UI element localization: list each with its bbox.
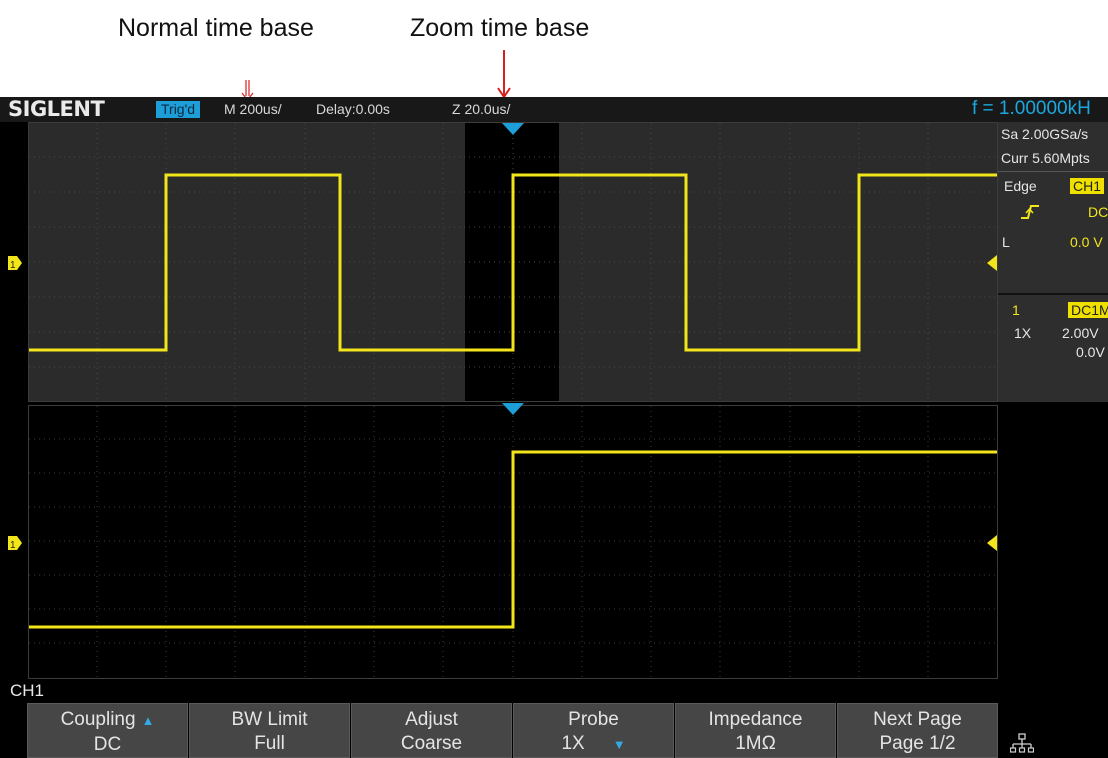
trigger-position-marker-zoom (502, 403, 524, 415)
vertical-offset[interactable]: 0.0V (1076, 344, 1105, 360)
trigger-source[interactable]: CH1 (1070, 178, 1105, 194)
zoom-timebase-arrow-icon (497, 50, 511, 99)
channel-coupling-tag: DC1M (1068, 302, 1108, 318)
trigger-type[interactable]: Edge (1004, 178, 1037, 194)
softkey-adjust-title: Adjust (405, 709, 458, 730)
softkey-probe-title: Probe (568, 709, 619, 730)
memory-depth: Curr 5.60Mpts (1001, 150, 1090, 166)
rising-edge-icon (1021, 205, 1039, 219)
channel-1-marker-zoom-text: 1 (10, 540, 16, 551)
softkey-impedance-value: 1MΩ (735, 733, 776, 754)
softkey-impedance-title: Impedance (708, 709, 803, 730)
waveform-display: 1 1 (8, 123, 997, 678)
softkey-coupling-title: Coupling (60, 709, 136, 730)
vertical-scale[interactable]: 2.00V (1062, 325, 1099, 341)
trigger-source-tag: CH1 (1070, 178, 1105, 194)
trigger-level-marker-main (987, 255, 997, 271)
softkey-coupling[interactable]: Coupling ▲ DC (27, 703, 188, 758)
zoom-timebase-annotation: Zoom time base (410, 14, 590, 42)
softkey-adjust[interactable]: Adjust Coarse (351, 703, 512, 758)
oscilloscope-screen: SIGLENT Trig'd M 200us/ Delay:0.00s Z 20… (0, 97, 1108, 758)
menu-channel-label: CH1 (10, 681, 45, 700)
network-icon (1010, 733, 1034, 753)
zoom-waveform-trace (29, 450, 997, 629)
softkey-next-page-value: Page 1/2 (879, 733, 956, 754)
softkey-adjust-value: Coarse (400, 733, 463, 754)
info-panel: Sa 2.00GSa/s Curr 5.60Mpts Edge CH1 DC L… (998, 122, 1108, 402)
softkey-probe-value: 1X ▼ (514, 732, 673, 757)
channel-number: 1 (1012, 302, 1020, 318)
softkey-bw-limit-value: Full (254, 733, 285, 754)
softkey-bw-limit[interactable]: BW Limit Full (189, 703, 350, 758)
probe-ratio: 1X (1014, 325, 1032, 341)
trigger-level-marker-zoom (987, 535, 997, 551)
softkey-impedance[interactable]: Impedance 1MΩ (675, 703, 836, 758)
channel-1-marker-main-text: 1 (10, 260, 16, 271)
sample-rate: Sa 2.00GSa/s (1001, 126, 1089, 142)
softkey-next-page[interactable]: Next Page Page 1/2 (837, 703, 998, 758)
trigger-level-label: L (1002, 234, 1010, 250)
down-arrow-icon: ▼ (612, 737, 626, 752)
normal-timebase-annotation: Normal time base (118, 14, 314, 42)
softkey-probe-value-text: 1X (561, 733, 585, 754)
trigger-level[interactable]: 0.0 V (1070, 234, 1103, 250)
softkey-bw-limit-title: BW Limit (231, 709, 308, 730)
channel-coupling[interactable]: DC1M (1068, 302, 1108, 318)
softkey-coupling-value: DC (93, 734, 122, 755)
softkey-probe[interactable]: Probe 1X ▼ (513, 703, 674, 758)
up-arrow-icon: ▲ (141, 713, 155, 728)
softkey-next-page-title: Next Page (873, 709, 962, 730)
trigger-coupling[interactable]: DC (1088, 204, 1108, 220)
